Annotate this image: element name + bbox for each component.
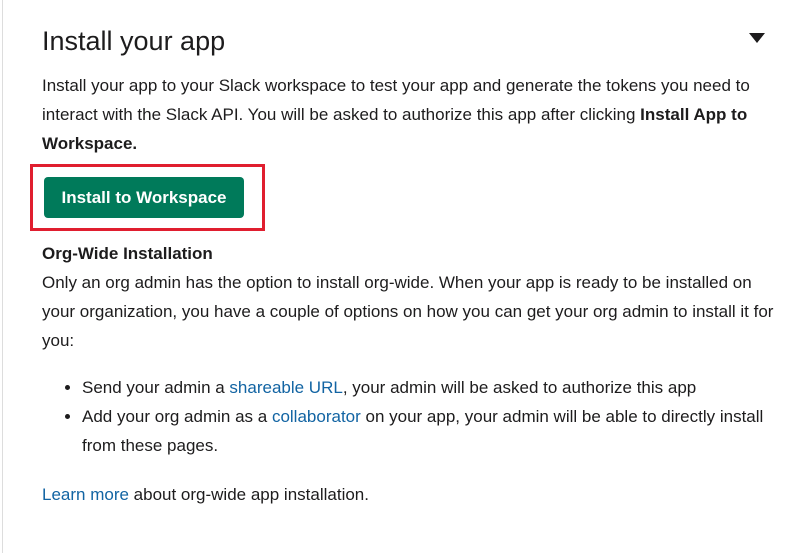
learn-more-line: Learn more about org-wide app installati… — [42, 480, 369, 509]
learn-more-text: about org-wide app installation. — [128, 485, 369, 504]
options-list: Send your admin a shareable URL, your ad… — [42, 373, 782, 460]
org-wide-heading: Org-Wide Installation — [42, 244, 213, 263]
bullet-text-after: , your admin will be asked to authorize … — [342, 378, 697, 397]
bullet-text-before: Send your admin a — [82, 378, 230, 397]
caret-down-icon[interactable] — [749, 33, 765, 43]
install-to-workspace-button[interactable]: Install to Workspace — [44, 177, 244, 218]
intro-paragraph: Install your app to your Slack workspace… — [42, 71, 782, 158]
install-app-panel: Install your app Install your app to you… — [2, 0, 801, 553]
learn-more-link[interactable]: Learn more — [42, 485, 129, 504]
section-title: Install your app — [42, 26, 226, 56]
shareable-url-link[interactable]: shareable URL — [229, 378, 342, 397]
collaborator-link[interactable]: collaborator — [272, 407, 361, 426]
section-header[interactable]: Install your app — [42, 22, 772, 62]
list-item: Send your admin a shareable URL, your ad… — [82, 373, 782, 402]
list-item: Add your org admin as a collaborator on … — [82, 402, 782, 460]
org-wide-description: Only an org admin has the option to inst… — [42, 273, 774, 350]
bullet-text-before: Add your org admin as a — [82, 407, 272, 426]
